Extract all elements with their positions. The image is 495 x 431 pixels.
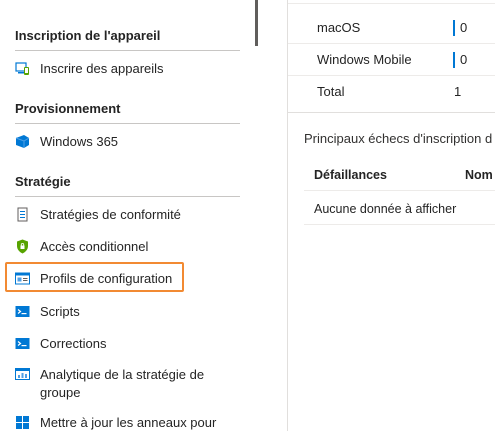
platform-table: macOS 0 Windows Mobile 0 Total 1	[288, 0, 495, 111]
highlight-box	[5, 262, 184, 292]
table-row-empty: Aucune donnée à afficher	[304, 192, 495, 225]
section-title-device-enrollment: Inscription de l'appareil	[15, 28, 161, 43]
nav-item-label: Windows 365	[40, 134, 119, 149]
remediations-icon	[15, 338, 30, 349]
card-divider	[288, 112, 495, 113]
enroll-devices-icon	[15, 62, 29, 75]
total-count: 1	[454, 84, 462, 99]
value-bar	[453, 20, 455, 36]
table-row: macOS 0	[288, 12, 495, 44]
nav-item-windows-365[interactable]: Windows 365	[15, 133, 240, 151]
nav-item-label: Scripts	[40, 304, 80, 319]
empty-state-message: Aucune donnée à afficher	[314, 202, 457, 216]
table-row-partial	[288, 0, 495, 4]
nav-item-update-rings[interactable]: Mettre à jour les anneaux pour	[15, 414, 240, 431]
nav-item-remediations[interactable]: Corrections	[15, 335, 240, 353]
section-title-policy: Stratégie	[15, 174, 71, 189]
section-title-provisioning: Provisionnement	[15, 101, 121, 116]
platform-count: 0	[460, 52, 468, 67]
conditional-access-icon	[17, 239, 28, 254]
column-header-name[interactable]: Nom	[465, 168, 493, 182]
nav-item-label: Corrections	[40, 336, 107, 351]
nav-item-conditional-access[interactable]: Accès conditionnel	[15, 238, 240, 256]
nav-item-scripts[interactable]: Scripts	[15, 303, 240, 321]
nav-item-compliance-policies[interactable]: Stratégies de conformité	[15, 206, 240, 224]
table-row-total: Total 1	[288, 76, 495, 108]
section-divider	[15, 123, 240, 124]
total-label: Total	[317, 84, 345, 99]
scripts-icon	[15, 306, 30, 317]
left-navigation: Inscription de l'appareil Inscrire des a…	[0, 0, 258, 431]
nav-item-label: Analytique de la stratégie de groupe	[40, 367, 205, 400]
windows365-icon	[15, 135, 30, 148]
nav-scrollbar-thumb[interactable]	[255, 0, 258, 46]
platform-name: Windows Mobile	[317, 52, 412, 67]
column-header-failures[interactable]: Défaillances	[314, 168, 387, 182]
table-row: Windows Mobile 0	[288, 44, 495, 76]
section-divider	[15, 196, 240, 197]
update-rings-icon	[16, 416, 29, 429]
nav-item-group-policy-analytics[interactable]: Analytique de la stratégie de groupe	[15, 366, 240, 402]
nav-item-label: Inscrire des appareils	[40, 61, 164, 76]
platform-name: macOS	[317, 20, 361, 35]
nav-item-label: Mettre à jour les anneaux pour	[40, 415, 217, 430]
nav-item-label: Stratégies de conformité	[40, 207, 181, 222]
compliance-policy-icon	[17, 207, 28, 222]
nav-item-enroll-devices[interactable]: Inscrire des appareils	[15, 60, 240, 78]
enrollment-failures-title: Principaux échecs d'inscription d	[304, 131, 493, 146]
value-bar	[453, 52, 455, 68]
section-divider	[15, 50, 240, 51]
table-header: Défaillances Nom	[304, 158, 495, 191]
platform-count: 0	[460, 20, 468, 35]
group-policy-analytics-icon	[15, 368, 30, 380]
nav-item-label: Accès conditionnel	[40, 239, 149, 254]
